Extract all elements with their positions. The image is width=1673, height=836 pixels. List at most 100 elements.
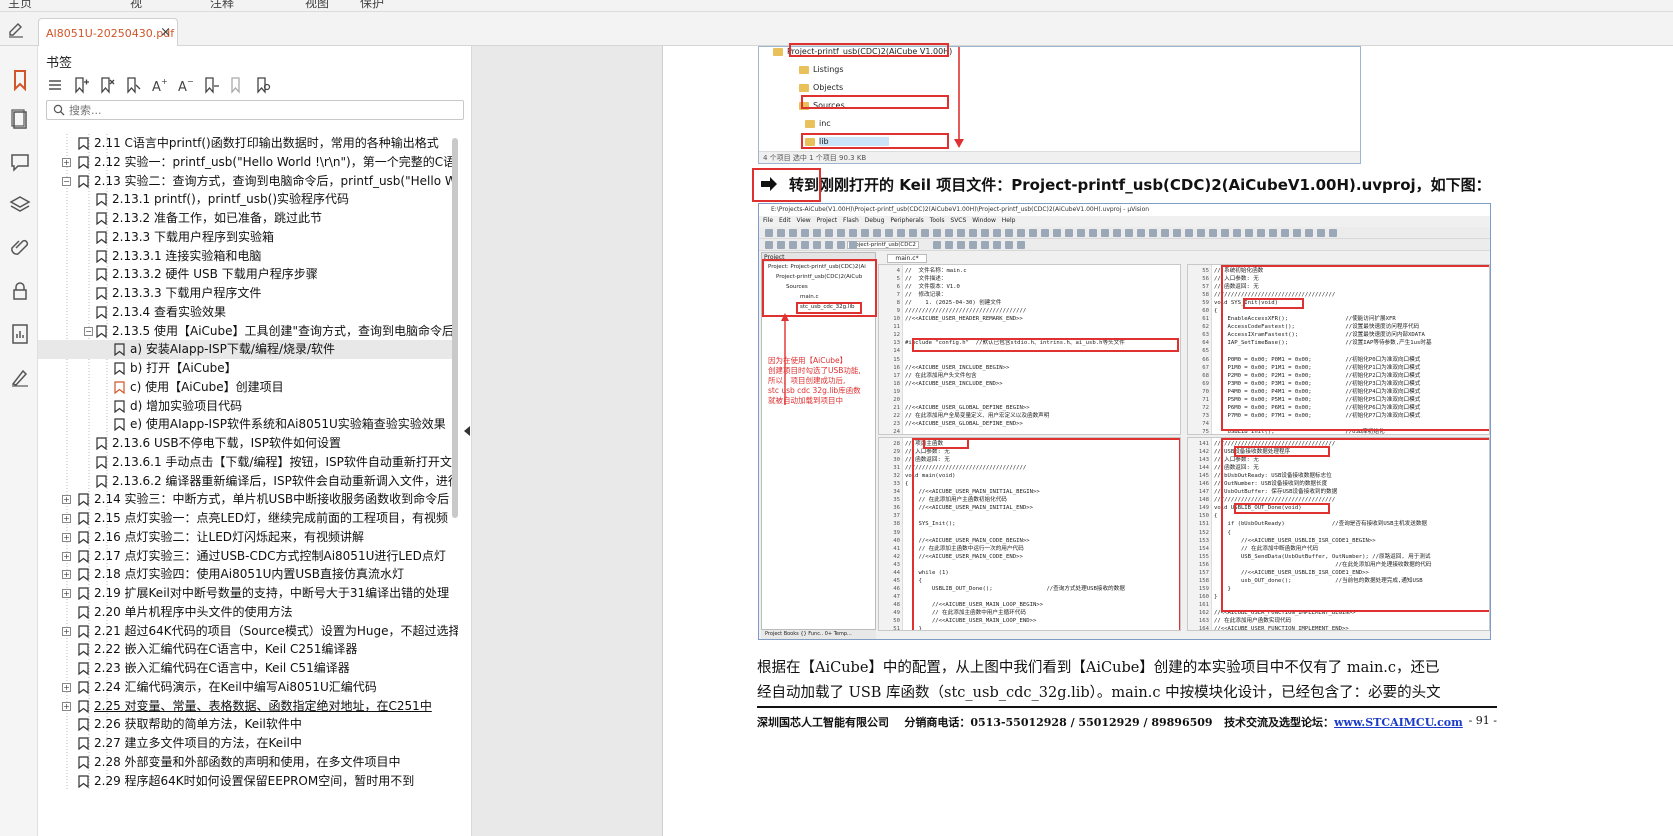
signature-icon[interactable] [8,365,32,389]
expand-toggle-icon[interactable]: + [62,570,71,580]
expand-toggle-icon[interactable]: + [62,514,71,523]
bookmark-item[interactable]: 2.23 嵌入汇编代码在C语言中，Keil C51编译器 [38,659,458,678]
ide-toolbar-icon [837,229,845,237]
bookmark-panel-icon[interactable] [8,68,32,92]
bookmark-label: 2.14 实验三：中断方式，单片机USB中断接收服务函数收到命令后 [94,492,450,507]
bookmark-item[interactable]: e) 使用AIapp-ISP软件系统和Ai8051U实验箱查验实验效果 [38,415,458,434]
bookmark-icon [96,193,107,207]
expand-bookmark-icon[interactable] [124,76,142,94]
expand-toggle-icon[interactable]: + [62,589,71,598]
bookmark-item[interactable]: 2.13.3.1 连接实验箱和电脑 [38,247,458,266]
bookmark-item[interactable]: 2.13.2 准备工作，如已准备，跳过此节 [38,209,458,228]
menu-item-clipped[interactable]: 视 [130,0,142,11]
bookmark-item[interactable]: 2.13.3.2 硬件 USB 下载用户程序步骤 [38,265,458,284]
bookmark-item[interactable]: 2.22 嵌入汇编代码在C语言中，Keil C251编译器 [38,640,458,659]
ide-toolbar-icon [1185,229,1193,237]
collapse-toggle-icon[interactable]: − [62,176,71,186]
close-icon[interactable]: × [160,25,171,40]
bookmark-item[interactable]: +2.14 实验三：中断方式，单片机USB中断接收服务函数收到命令后 [38,490,458,509]
bookmark-item[interactable]: c) 使用【AiCube】创建项目 [38,378,458,397]
bookmark-item[interactable]: 2.13.3 下载用户程序到实验箱 [38,228,458,247]
bookmark-item[interactable]: 2.28 外部变量和外部函数的声明和使用，在多文件项目中 [38,753,458,772]
ide-toolbar-icon [1101,229,1109,237]
bookmark-item[interactable]: 2.11 C语言中printf()函数打印输出数据时，常用的各种输出格式 [38,134,458,153]
attachment-icon[interactable] [8,236,32,260]
bookmark-item[interactable]: +2.24 汇编代码演示，在Keil中编写Ai8051U汇编代码 [38,678,458,697]
bookmark-item[interactable]: 2.29 程序超64K时如何设置保留EEPROM空间，暂时用不到 [38,772,458,791]
add-bookmark-icon[interactable] [72,76,90,94]
expand-toggle-icon[interactable]: + [62,495,71,505]
bookmark-item[interactable]: 2.13.6.1 手动点击【下载/编程】按钮，ISP软件自动重新打开文件 [38,453,458,472]
bookmark-item[interactable]: 2.13.4 查看实验效果 [38,303,458,322]
bookmark-item[interactable]: +2.17 点灯实验三：通过USB-CDC方式控制Ai8051U进行LED点灯 [38,547,458,566]
find-bookmark-icon[interactable] [254,76,272,94]
bookmark-label: 2.13.6.1 手动点击【下载/编程】按钮，ISP软件自动重新打开文件 [112,454,458,469]
footer-link[interactable]: www.STCAIMCU.com [1334,716,1463,729]
bookmark-item[interactable]: − 2.13 实验二：查询方式，查询到电脑命令后，printf_usb("Hell… [38,172,458,191]
bookmark-item[interactable]: 2.13.1 printf()，printf_usb()实验程序代码 [38,190,458,209]
bookmark-item[interactable]: a) 安装AIapp-ISP下载/编程/烧录/软件 [38,340,458,360]
bookmark-label: 2.13.3.1 连接实验箱和电脑 [112,248,262,263]
svg-text:−: − [187,77,194,86]
expand-toggle-icon[interactable]: + [62,626,71,636]
bookmark-item[interactable]: +2.15 点灯实验一：点亮LED灯，继续完成前面的工程项目，有视频 [38,509,458,528]
bookmark-icon [78,493,89,507]
sidebar-scrollbar-thumb[interactable] [452,138,458,518]
bookmark-item[interactable]: 2.27 建立多文件项目的方法，在Keil中 [38,734,458,753]
ide-toolbar-icon [801,241,809,249]
bookmark-item[interactable]: 2.13.6.2 编译器重新编译后，ISP软件会自动重新调入文件，进行 [38,472,458,491]
bookmark-item[interactable]: +2.25 对变量、常量、表格数据、函数指定绝对地址，在C251中 [38,697,458,716]
expand-toggle-icon[interactable]: + [62,551,71,561]
bookmark-item[interactable]: +2.12 实验一：printf_usb("Hello World !\r\n"… [38,153,458,172]
edit-pencil-icon[interactable] [6,20,26,40]
project-pane: Project Project: Project-printf_usb(CDC)… [761,252,877,630]
font-increase-icon[interactable]: A + [150,76,168,94]
bookmark-icon [96,456,107,469]
line-numbers: 28 29 30 31 32 33 34 35 36 37 38 39 40 4… [893,441,900,631]
menu-home-clipped[interactable]: 主页 [8,0,32,11]
bookmark-icon [78,624,89,638]
bookmark-icon [114,362,125,375]
comment-icon[interactable] [8,150,32,174]
ide-toolbar-icon [1113,229,1121,237]
bookmark-item[interactable]: d) 增加实验项目代码 [38,397,458,416]
bookmark-icon [78,699,89,713]
bookmark-item[interactable]: 2.26 获取帮助的简单方法，Keil软件中 [38,715,458,734]
bookmark-item[interactable]: 2.20 单片机程序中头文件的使用方法 [38,603,458,622]
expand-toggle-icon[interactable]: + [62,682,71,692]
layers-icon[interactable] [8,193,32,217]
lock-icon[interactable] [8,279,32,303]
expand-toggle-icon[interactable]: + [62,701,71,711]
bookmark-item[interactable]: b) 打开【AiCube】 [38,359,458,378]
list-view-icon[interactable] [46,76,64,94]
bookmark-item[interactable]: +2.16 点灯实验二：让LED灯闪烁起来，有视频讲解 [38,528,458,547]
menu-item-clipped[interactable]: 视图 [305,0,329,11]
bookmark-icon [78,137,89,150]
bookmark-item[interactable]: − 2.13.5 使用【AiCube】工具创建"查询方式，查询到电脑命令后, [38,322,458,341]
bookmark-properties-icon[interactable] [202,76,220,94]
bookmark-label: 2.17 点灯实验三：通过USB-CDC方式控制Ai8051U进行LED点灯 [94,548,446,563]
menu-item-clipped[interactable]: 注释 [210,0,234,11]
collapse-sidebar-icon[interactable] [463,425,471,437]
menu-item-clipped[interactable]: 保护 [360,0,384,11]
tab-document[interactable]: AI8051U-20250430.pdf × [38,18,178,46]
bookmark-search-field[interactable] [46,100,464,120]
bookmark-tag-icon[interactable] [228,76,246,94]
bookmark-item[interactable]: +2.19 扩展Keil对中断号数量的支持，中断号大于31编译出错的处理 [38,584,458,603]
search-input[interactable] [69,102,459,118]
ide-toolbar-icon [897,229,905,237]
code-pane-top-right: 55 56 57 58 59 60 61 62 63 64 65 66 67 6… [1187,264,1490,435]
bookmark-label: 2.21 超过64K代码的项目（Source模式）设置为Huge，不超过选择 [94,623,458,638]
expand-toggle-icon[interactable]: + [62,157,71,167]
expand-toggle-icon[interactable]: + [62,532,71,542]
font-decrease-icon[interactable]: A − [176,76,194,94]
pages-thumbnail-icon[interactable] [8,108,32,132]
bookmark-item[interactable]: +2.21 超过64K代码的项目（Source模式）设置为Huge，不超过选择 [38,622,458,641]
bookmark-item[interactable]: 2.13.3.3 下载用户程序文件 [38,284,458,303]
form-report-icon[interactable] [8,322,32,346]
bookmark-item[interactable]: +2.18 点灯实验四：使用Ai8051U内置USB直接仿真流水灯 [38,565,458,584]
bookmark-item[interactable]: 2.13.6 USB不停电下载，ISP软件如何设置 [38,434,458,453]
delete-bookmark-icon[interactable] [98,76,116,94]
collapse-toggle-icon[interactable]: − [84,326,93,336]
bookmark-icon [78,756,89,769]
